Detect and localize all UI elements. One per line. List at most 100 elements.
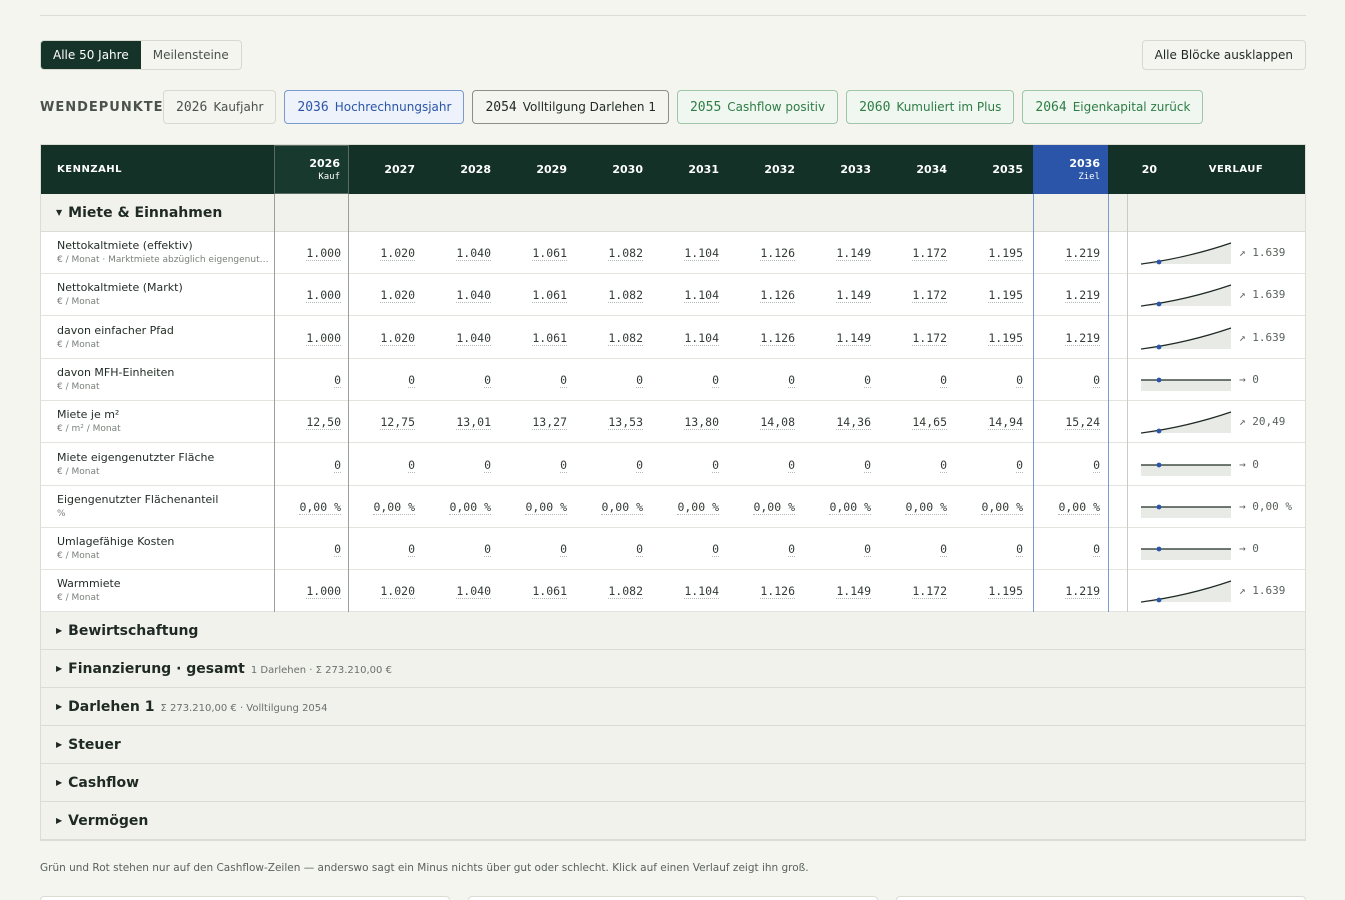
value-cell[interactable]: 1.195 xyxy=(956,570,1031,612)
value-cell[interactable]: 1.000 xyxy=(274,317,349,359)
value-cell[interactable]: 1.082 xyxy=(576,570,651,612)
value-cell[interactable]: 0 xyxy=(652,444,727,486)
value-cell[interactable]: 1.104 xyxy=(652,232,727,274)
value-cell[interactable]: 0 xyxy=(424,528,499,570)
value-cell[interactable]: 1.061 xyxy=(500,570,575,612)
value-cell[interactable]: 14,36 xyxy=(804,401,879,443)
value-cell[interactable]: 0,00 % xyxy=(804,486,879,528)
value-cell[interactable]: 1.040 xyxy=(424,232,499,274)
value-cell[interactable]: 0,00 % xyxy=(500,486,575,528)
value-cell[interactable]: 0 xyxy=(500,359,575,401)
value-cell[interactable]: 1.126 xyxy=(728,232,803,274)
value-cell[interactable]: 1.126 xyxy=(728,317,803,359)
value-cell[interactable]: 14,65 xyxy=(880,401,955,443)
value-cell[interactable]: 1.104 xyxy=(652,317,727,359)
trend-sparkline[interactable] xyxy=(1137,570,1237,612)
group-collapsed[interactable]: ▶ Cashflow xyxy=(41,764,1305,802)
value-cell[interactable]: 15,24 xyxy=(1033,401,1108,443)
trend-sparkline[interactable] xyxy=(1137,528,1237,570)
mode-milestones-button[interactable]: Meilensteine xyxy=(141,41,241,69)
value-cell[interactable]: 1.020 xyxy=(348,274,423,316)
value-cell[interactable]: 0 xyxy=(1033,359,1108,401)
turning-point-chip-2060[interactable]: 2060 Kumuliert im Plus xyxy=(846,90,1015,124)
trend-sparkline[interactable] xyxy=(1137,401,1237,443)
turning-point-chip-2054[interactable]: 2054 Volltilgung Darlehen 1 xyxy=(472,90,669,124)
value-cell[interactable]: 0 xyxy=(804,444,879,486)
value-cell[interactable]: 14,08 xyxy=(728,401,803,443)
value-cell[interactable]: 1.126 xyxy=(728,570,803,612)
value-cell[interactable]: 1.082 xyxy=(576,274,651,316)
expand-all-button[interactable]: Alle Blöcke ausklappen xyxy=(1141,40,1306,70)
value-cell[interactable]: 1.149 xyxy=(804,570,879,612)
turning-point-chip-2064[interactable]: 2064 Eigenkapital zurück xyxy=(1022,90,1204,124)
value-cell[interactable]: 1.219 xyxy=(1033,570,1108,612)
value-cell[interactable]: 0 xyxy=(880,528,955,570)
value-cell[interactable]: 0 xyxy=(804,528,879,570)
value-cell[interactable]: 0 xyxy=(1033,528,1108,570)
value-cell[interactable]: 0,00 % xyxy=(1033,486,1108,528)
value-cell[interactable]: 0,00 % xyxy=(880,486,955,528)
value-cell[interactable]: 1.061 xyxy=(500,274,575,316)
value-cell[interactable]: 0 xyxy=(728,528,803,570)
group-collapsed[interactable]: ▶ Steuer xyxy=(41,726,1305,764)
value-cell[interactable]: 1.000 xyxy=(274,274,349,316)
value-cell[interactable]: 0 xyxy=(576,359,651,401)
value-cell[interactable]: 1.195 xyxy=(956,232,1031,274)
value-cell[interactable]: 0 xyxy=(348,359,423,401)
value-cell[interactable]: 0 xyxy=(956,444,1031,486)
value-cell[interactable]: 13,80 xyxy=(652,401,727,443)
value-cell[interactable]: 1.219 xyxy=(1033,232,1108,274)
value-cell[interactable]: 0,00 % xyxy=(956,486,1031,528)
trend-sparkline[interactable] xyxy=(1137,486,1237,528)
value-cell[interactable]: 1.104 xyxy=(652,570,727,612)
value-cell[interactable]: 0 xyxy=(424,359,499,401)
value-cell[interactable]: 1.126 xyxy=(728,274,803,316)
value-cell[interactable]: 1.219 xyxy=(1033,317,1108,359)
value-cell[interactable]: 1.020 xyxy=(348,317,423,359)
value-cell[interactable]: 1.040 xyxy=(424,570,499,612)
trend-sparkline[interactable] xyxy=(1137,444,1237,486)
value-cell[interactable]: 0 xyxy=(576,528,651,570)
turning-point-chip-2026[interactable]: 2026 Kaufjahr xyxy=(163,90,277,124)
value-cell[interactable]: 0 xyxy=(880,444,955,486)
value-cell[interactable]: 0,00 % xyxy=(728,486,803,528)
value-cell[interactable]: 1.082 xyxy=(576,232,651,274)
value-cell[interactable]: 0,00 % xyxy=(348,486,423,528)
value-cell[interactable]: 0 xyxy=(956,359,1031,401)
value-cell[interactable]: 0 xyxy=(956,528,1031,570)
mode-all-years-button[interactable]: Alle 50 Jahre xyxy=(41,41,141,69)
value-cell[interactable]: 0 xyxy=(348,444,423,486)
value-cell[interactable]: 12,50 xyxy=(274,401,349,443)
group-collapsed[interactable]: ▶ Finanzierung · gesamt 1 Darlehen · Σ 273… xyxy=(41,650,1305,688)
value-cell[interactable]: 1.172 xyxy=(880,274,955,316)
group-collapsed[interactable]: ▶ Darlehen 1 Σ 273.210,00 € · Volltilgung … xyxy=(41,688,1305,726)
value-cell[interactable]: 1.172 xyxy=(880,317,955,359)
value-cell[interactable]: 1.061 xyxy=(500,317,575,359)
value-cell[interactable]: 0 xyxy=(500,528,575,570)
value-cell[interactable]: 1.149 xyxy=(804,317,879,359)
trend-sparkline[interactable] xyxy=(1137,359,1237,401)
value-cell[interactable]: 0,00 % xyxy=(652,486,727,528)
value-cell[interactable]: 14,94 xyxy=(956,401,1031,443)
value-cell[interactable]: 0 xyxy=(1033,444,1108,486)
value-cell[interactable]: 0 xyxy=(274,528,349,570)
value-cell[interactable]: 0 xyxy=(728,359,803,401)
value-cell[interactable]: 1.149 xyxy=(804,232,879,274)
value-cell[interactable]: 0 xyxy=(274,444,349,486)
group-collapsed[interactable]: ▶ Bewirtschaftung xyxy=(41,612,1305,650)
value-cell[interactable]: 13,01 xyxy=(424,401,499,443)
value-cell[interactable]: 1.172 xyxy=(880,570,955,612)
value-cell[interactable]: 0 xyxy=(728,444,803,486)
value-cell[interactable]: 0 xyxy=(652,528,727,570)
value-cell[interactable]: 1.104 xyxy=(652,274,727,316)
value-cell[interactable]: 1.149 xyxy=(804,274,879,316)
value-cell[interactable]: 1.082 xyxy=(576,317,651,359)
value-cell[interactable]: 0,00 % xyxy=(576,486,651,528)
value-cell[interactable]: 1.219 xyxy=(1033,274,1108,316)
value-cell[interactable]: 1.172 xyxy=(880,232,955,274)
value-cell[interactable]: 0 xyxy=(804,359,879,401)
value-cell[interactable]: 1.061 xyxy=(500,232,575,274)
value-cell[interactable]: 0 xyxy=(348,528,423,570)
value-cell[interactable]: 0 xyxy=(652,359,727,401)
value-cell[interactable]: 1.040 xyxy=(424,317,499,359)
